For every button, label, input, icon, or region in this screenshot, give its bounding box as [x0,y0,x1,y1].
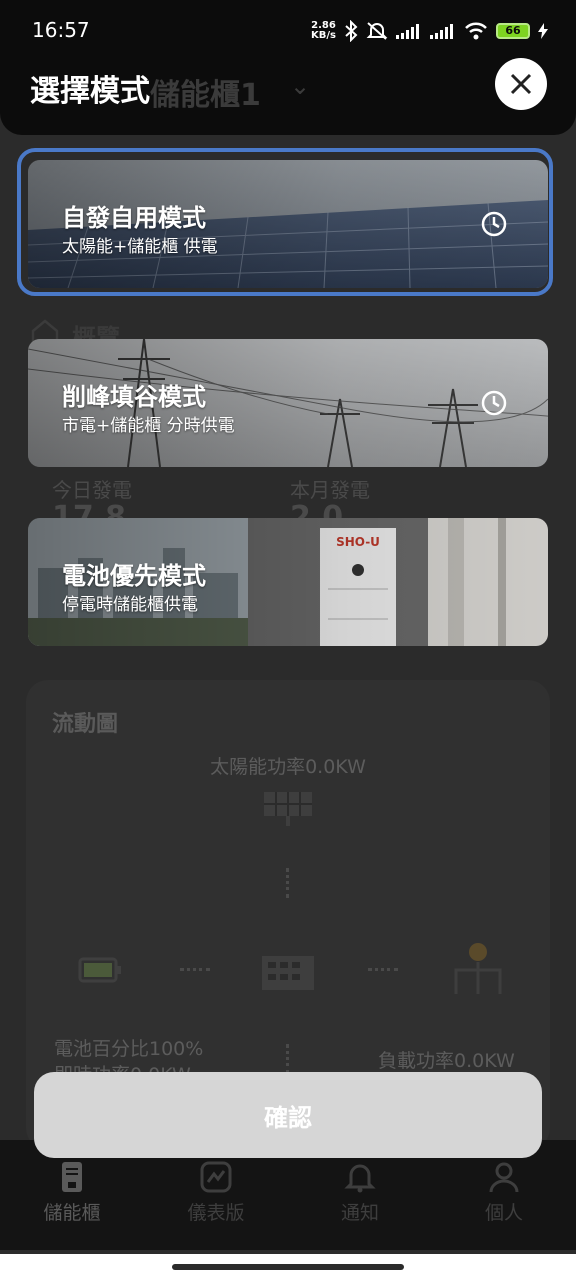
nav-label: 個人 [484,1202,523,1224]
battery-percent-label: 電池百分比100% [54,1038,204,1060]
person-icon [489,1162,519,1193]
flow-chart-title: 流動圖 [52,712,119,737]
mode-title: 自發自用模式 [62,204,206,232]
net-speed-unit: KB/s [311,30,336,41]
flow-line-solar [286,868,293,898]
month-generation-label: 本月發電 [290,478,370,502]
close-icon [510,73,532,95]
today-generation-label: 今日發電 [52,478,132,502]
flow-line-battery [180,968,210,974]
close-button[interactable] [495,58,547,110]
mode-subtitle: 停電時儲能櫃供電 [62,595,198,615]
nav-label: 通知 [340,1202,379,1224]
nav-label: 儀表版 [187,1202,245,1224]
signal-icon-2 [430,24,453,39]
wifi-icon [465,22,487,40]
clock-icon[interactable] [480,389,508,417]
mode-card-peak-shaving[interactable]: 削峰填谷模式 市電+儲能櫃 分時供電 [28,339,548,467]
status-time: 16:57 [32,18,90,42]
nav-label: 儲能櫃 [43,1202,101,1224]
mute-icon [366,22,388,40]
modal-title: 選擇模式 [30,74,150,109]
clock-icon[interactable] [480,210,508,238]
status-icons: 2.86 KB/s 66 [311,18,548,44]
battery-level: 66 [505,24,521,37]
site-title: 儲能櫃1 [150,78,261,113]
nav-storage-cabinet[interactable]: 儲能櫃 [12,1160,132,1225]
confirm-button[interactable]: 確認 [34,1072,542,1158]
flow-line-grid [286,1044,293,1074]
inverter-building-icon [262,956,314,990]
mode-card-self-consumption[interactable]: 自發自用模式 太陽能+儲能櫃 供電 [28,160,548,288]
mode-subtitle: 太陽能+儲能櫃 供電 [62,237,218,257]
load-power-label: 負載功率0.0KW [378,1050,515,1072]
battery-status-icon: 66 [496,23,530,39]
mode-card-battery-priority[interactable]: SHO-U 電池優先模式 停電時儲能櫃供電 [28,518,548,646]
dashboard-icon [200,1161,232,1193]
solar-panel-icon [264,792,312,826]
charging-icon [538,23,548,39]
nav-dashboard[interactable]: 儀表版 [156,1160,276,1225]
mode-title: 削峰填谷模式 [62,383,206,411]
mode-title: 電池優先模式 [62,562,206,590]
mode-subtitle: 市電+儲能櫃 分時供電 [62,416,235,436]
storage-cabinet-icon [62,1162,82,1192]
bluetooth-icon [345,20,358,42]
bell-icon [344,1164,376,1193]
flow-line-load [368,968,398,974]
load-tower-icon [454,943,502,994]
nav-notifications[interactable]: 通知 [300,1160,420,1225]
signal-icon-1 [396,24,419,39]
nav-profile[interactable]: 個人 [444,1160,564,1225]
chevron-down-icon: ⌄ [290,72,311,100]
net-speed: 2.86 KB/s [311,21,336,41]
home-indicator[interactable] [172,1264,404,1270]
battery-icon [78,957,121,983]
solar-power-label: 太陽能功率0.0KW [210,756,366,778]
